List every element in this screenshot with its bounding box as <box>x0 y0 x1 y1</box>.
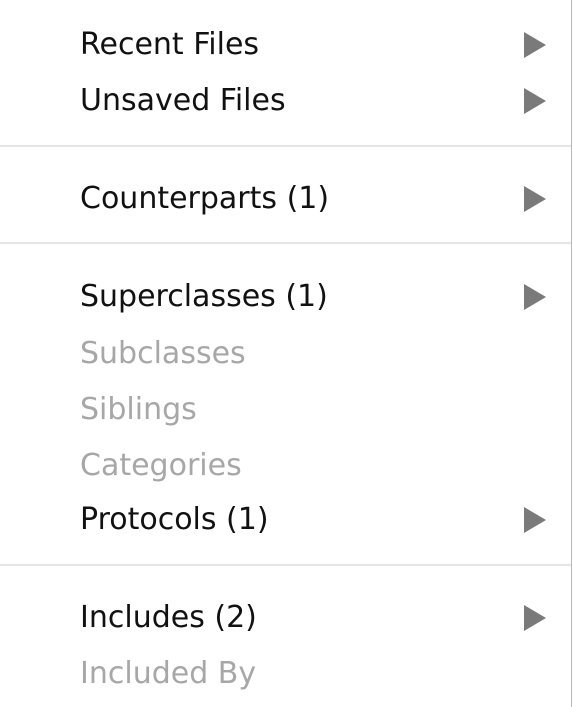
menu-item-counterparts[interactable]: Counterparts (1) <box>0 170 571 228</box>
context-menu: Recent Files Unsaved Files Counterparts … <box>0 0 572 707</box>
menu-item-label: Siblings <box>80 392 197 427</box>
menu-item-protocols[interactable]: Protocols (1) <box>0 491 571 549</box>
menu-item-superclasses[interactable]: Superclasses (1) <box>0 268 571 326</box>
submenu-triangle-icon <box>524 284 546 310</box>
menu-item-includes[interactable]: Includes (2) <box>0 589 571 647</box>
menu-separator <box>0 242 571 244</box>
menu-item-label: Protocols (1) <box>80 502 269 537</box>
menu-item-label: Unsaved Files <box>80 83 286 118</box>
menu-item-label: Includes (2) <box>80 600 257 635</box>
menu-item-label: Recent Files <box>80 27 260 62</box>
submenu-triangle-icon <box>524 32 546 58</box>
menu-item-recent-files[interactable]: Recent Files <box>0 16 571 74</box>
menu-item-label: Subclasses <box>80 336 246 371</box>
menu-item-label: Categories <box>80 448 242 483</box>
menu-item-label: Superclasses (1) <box>80 279 328 314</box>
menu-item-label: Included By <box>80 656 257 691</box>
menu-separator <box>0 564 571 566</box>
submenu-triangle-icon <box>524 605 546 631</box>
menu-item-unsaved-files[interactable]: Unsaved Files <box>0 72 571 130</box>
menu-separator <box>0 145 571 147</box>
submenu-triangle-icon <box>524 507 546 533</box>
menu-item-subclasses: Subclasses <box>0 325 571 383</box>
menu-item-label: Counterparts (1) <box>80 181 330 216</box>
submenu-triangle-icon <box>524 186 546 212</box>
menu-item-siblings: Siblings <box>0 381 571 439</box>
menu-item-categories: Categories <box>0 437 571 495</box>
menu-item-included-by: Included By <box>0 645 571 703</box>
submenu-triangle-icon <box>524 88 546 114</box>
